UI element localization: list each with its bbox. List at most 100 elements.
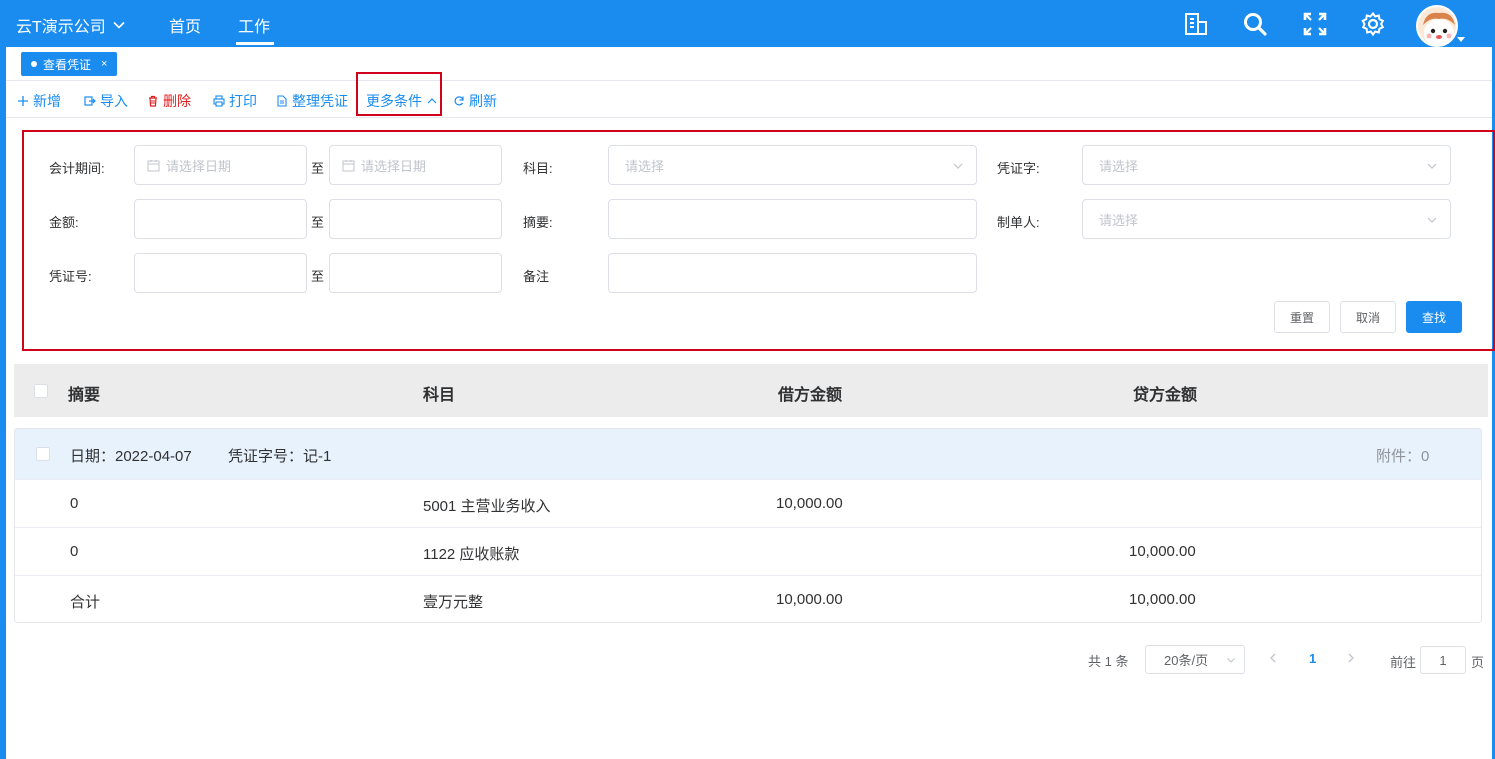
table-row-total: 合计 壹万元整 10,000.00 10,000.00	[15, 575, 1481, 623]
row-credit: 10,000.00	[1129, 591, 1196, 608]
period-end-placeholder: 请选择日期	[361, 158, 427, 174]
next-page-button[interactable]	[1346, 651, 1356, 667]
period-end-date-input[interactable]: 请选择日期	[329, 145, 502, 185]
print-label: 打印	[229, 93, 257, 109]
voucher-attachments: 附件：0	[1376, 448, 1430, 465]
page-suffix: 页	[1471, 655, 1485, 670]
column-subject: 科目	[423, 387, 456, 404]
voucher-checkbox[interactable]	[36, 447, 50, 461]
amount-label: 金额:	[49, 215, 79, 230]
row-debit: 10,000.00	[776, 495, 843, 512]
table-row: 0 1122 应收账款 10,000.00	[15, 527, 1481, 575]
range-separator: 至	[311, 269, 325, 284]
active-dot-icon	[31, 61, 37, 67]
tab-view-voucher[interactable]: 查看凭证 ×	[21, 52, 118, 76]
amount-max-input[interactable]	[329, 199, 502, 239]
prev-page-button[interactable]	[1268, 651, 1278, 667]
more-conditions-highlight-box	[356, 72, 442, 116]
delete-button[interactable]: 删除	[147, 91, 191, 111]
voucher-word-placeholder: 请选择	[1099, 158, 1139, 174]
column-debit: 借方金额	[778, 387, 843, 404]
voucher-card: 日期：2022-04-07 凭证字号：记-1 附件：0 0 5001 主营业务收…	[14, 428, 1482, 623]
column-credit: 贷方金额	[1133, 387, 1198, 404]
search-button[interactable]: 查找	[1406, 301, 1462, 333]
goto-page-input[interactable]: 1	[1420, 646, 1466, 674]
plus-icon	[18, 96, 28, 106]
calendar-icon	[147, 159, 160, 171]
chevron-down-icon	[1427, 217, 1437, 223]
period-label: 会计期间:	[49, 161, 105, 176]
table-header: 摘要 科目 借方金额 贷方金额	[14, 364, 1488, 417]
company-name: 云T演示公司	[16, 19, 106, 36]
avatar[interactable]	[1416, 5, 1458, 47]
range-separator: 至	[311, 161, 325, 176]
fullscreen-icon[interactable]	[1301, 10, 1329, 38]
row-subject: 5001 主营业务收入	[423, 498, 551, 515]
amount-min-input[interactable]	[134, 199, 307, 239]
voucher-number-max-input[interactable]	[329, 253, 502, 293]
chevron-left-icon	[1270, 653, 1276, 663]
voucher-word-select[interactable]: 请选择	[1082, 145, 1451, 185]
organize-label: 整理凭证	[292, 93, 348, 109]
remark-label: 备注	[523, 269, 550, 284]
voucher-card-header: 日期：2022-04-07 凭证字号：记-1 附件：0	[15, 429, 1481, 479]
row-summary: 0	[70, 543, 79, 560]
subject-placeholder: 请选择	[625, 158, 665, 174]
subject-select[interactable]: 请选择	[608, 145, 977, 185]
search-icon[interactable]	[1241, 10, 1269, 38]
range-separator: 至	[311, 215, 325, 230]
chevron-down-icon	[1427, 163, 1437, 169]
summary-input[interactable]	[608, 199, 977, 239]
nav-active-indicator	[236, 42, 274, 45]
nav-home[interactable]: 首页	[169, 13, 201, 37]
organize-voucher-button[interactable]: 整理凭证	[276, 91, 348, 111]
print-button[interactable]: 打印	[213, 91, 257, 111]
period-start-date-input[interactable]: 请选择日期	[134, 145, 307, 185]
filter-panel: 会计期间: 请选择日期 至 请选择日期 科目: 请选择 凭证字: 请选择 金额:…	[22, 130, 1495, 351]
settings-icon[interactable]	[1359, 10, 1387, 38]
import-icon	[84, 96, 96, 106]
trash-icon	[149, 95, 157, 107]
building-icon[interactable]	[1182, 10, 1210, 38]
maker-placeholder: 请选择	[1099, 212, 1139, 228]
maker-label: 制单人:	[997, 215, 1040, 230]
refresh-button[interactable]: 刷新	[453, 91, 497, 111]
subject-label: 科目:	[523, 161, 553, 176]
chevron-down-icon	[1227, 658, 1235, 663]
import-label: 导入	[100, 93, 128, 109]
voucher-word-label: 凭证字:	[997, 161, 1040, 176]
maker-select[interactable]: 请选择	[1082, 199, 1451, 239]
remark-input[interactable]	[608, 253, 977, 293]
chevron-down-icon	[113, 21, 125, 29]
row-debit: 10,000.00	[776, 591, 843, 608]
cancel-button[interactable]: 取消	[1340, 301, 1396, 333]
close-icon[interactable]: ×	[101, 58, 107, 70]
period-start-placeholder: 请选择日期	[166, 158, 232, 174]
reset-button[interactable]: 重置	[1274, 301, 1330, 333]
pagination-total: 共 1 条	[1088, 654, 1129, 669]
voucher-number-min-input[interactable]	[134, 253, 307, 293]
select-all-checkbox[interactable]	[34, 384, 48, 398]
delete-label: 删除	[163, 93, 191, 109]
page-size-select[interactable]: 20条/页	[1145, 645, 1245, 674]
voucher-date: 日期：2022-04-07	[70, 448, 192, 465]
avatar-menu-caret[interactable]	[1457, 37, 1465, 42]
row-subject: 壹万元整	[423, 594, 484, 611]
calendar-icon	[342, 159, 355, 171]
row-credit: 10,000.00	[1129, 543, 1196, 560]
tab-label: 查看凭证	[43, 57, 92, 72]
add-label: 新增	[33, 93, 61, 109]
import-button[interactable]: 导入	[84, 91, 128, 111]
top-navigation-bar: 云T演示公司 首页 工作	[0, 0, 1495, 47]
chevron-right-icon	[1348, 653, 1354, 663]
document-icon	[277, 95, 287, 107]
column-summary: 摘要	[68, 387, 101, 404]
table-row: 0 5001 主营业务收入 10,000.00	[15, 479, 1481, 527]
summary-label: 摘要:	[523, 215, 553, 230]
voucher-number-label: 凭证号:	[49, 269, 92, 284]
voucher-number[interactable]: 凭证字号：记-1	[228, 445, 331, 466]
company-switcher[interactable]: 云T演示公司	[16, 13, 126, 37]
add-button[interactable]: 新增	[17, 91, 61, 111]
page-number-current[interactable]: 1	[1309, 651, 1316, 666]
nav-work[interactable]: 工作	[238, 13, 270, 37]
